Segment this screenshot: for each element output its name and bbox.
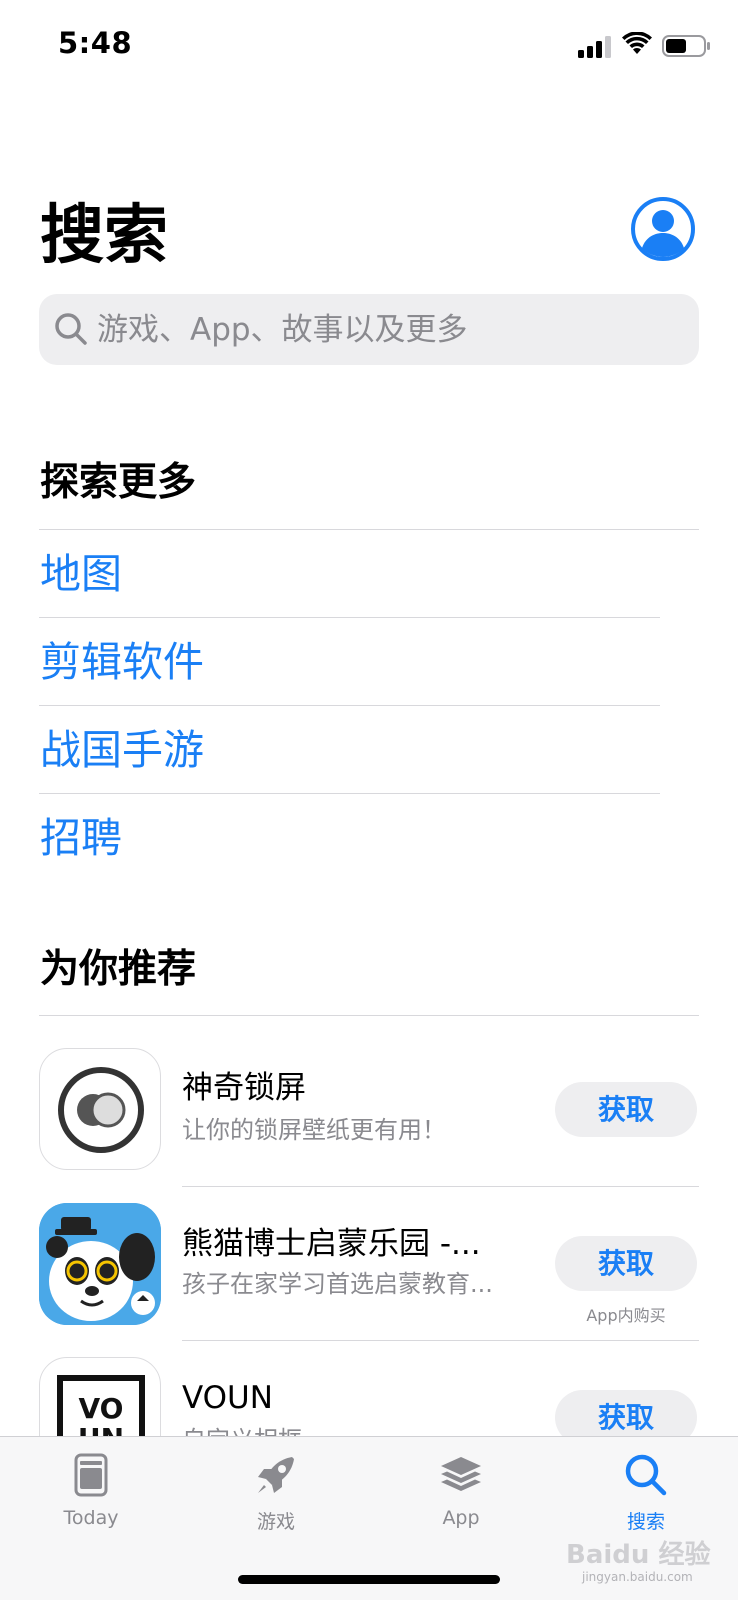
app-name[interactable]: 神奇锁屏 <box>182 1068 522 1108</box>
tab-search[interactable]: 搜索 <box>571 1437 721 1547</box>
divider <box>182 1186 699 1187</box>
tab-label: 游戏 <box>256 1511 295 1533</box>
home-indicator[interactable] <box>238 1575 500 1584</box>
app-name[interactable]: VOUN <box>182 1378 522 1418</box>
search-icon <box>625 1454 667 1496</box>
rocket-icon <box>258 1457 294 1493</box>
baidu-watermark: Baidu 经验 <box>566 1540 711 1570</box>
cellular-signal-icon <box>578 36 611 58</box>
app-icon-magic-lockscreen[interactable] <box>39 1048 161 1170</box>
svg-text:VO: VO <box>79 1392 124 1425</box>
divider <box>39 529 699 530</box>
explore-item-warring-states-game[interactable]: 战国手游 <box>40 722 204 778</box>
get-button[interactable]: 获取 <box>555 1236 697 1291</box>
get-button[interactable]: 获取 <box>555 1082 697 1137</box>
recommend-section-title: 为你推荐 <box>40 947 197 992</box>
search-bar[interactable] <box>39 294 699 365</box>
divider <box>39 793 660 794</box>
battery-icon <box>662 35 710 57</box>
explore-item-map[interactable]: 地图 <box>40 546 122 602</box>
baidu-watermark-url: jingyan.baidu.com <box>582 1570 693 1584</box>
tab-apps[interactable]: App <box>386 1437 536 1547</box>
explore-item-recruitment[interactable]: 招聘 <box>40 810 122 866</box>
app-subtitle: 让你的锁屏壁纸更有用！ <box>182 1116 446 1144</box>
explore-item-video-editing[interactable]: 剪辑软件 <box>40 634 204 690</box>
tab-label: Today <box>63 1507 119 1529</box>
account-avatar-icon[interactable] <box>630 196 696 262</box>
app-icon-dr-panda[interactable] <box>39 1203 161 1325</box>
tab-label: 搜索 <box>626 1511 665 1533</box>
tab-label: App <box>442 1507 480 1529</box>
search-icon <box>55 313 87 345</box>
tab-games[interactable]: 游戏 <box>201 1437 351 1547</box>
status-time: 5:48 <box>58 26 133 60</box>
today-icon <box>74 1453 108 1497</box>
page-title: 搜索 <box>40 199 168 273</box>
divider <box>39 617 660 618</box>
divider <box>39 705 660 706</box>
divider <box>182 1340 699 1341</box>
app-subtitle: 孩子在家学习首选启蒙教育... <box>182 1270 493 1298</box>
search-input[interactable] <box>97 294 677 365</box>
app-name[interactable]: 熊猫博士启蒙乐园 -... <box>182 1224 522 1264</box>
divider <box>39 1015 699 1016</box>
tab-today[interactable]: Today <box>16 1437 166 1547</box>
layers-icon <box>441 1457 481 1491</box>
explore-section-title: 探索更多 <box>40 460 197 505</box>
wifi-icon <box>622 32 652 54</box>
status-bar: 5:48 <box>0 0 738 90</box>
in-app-purchase-note: App内购买 <box>586 1306 666 1325</box>
